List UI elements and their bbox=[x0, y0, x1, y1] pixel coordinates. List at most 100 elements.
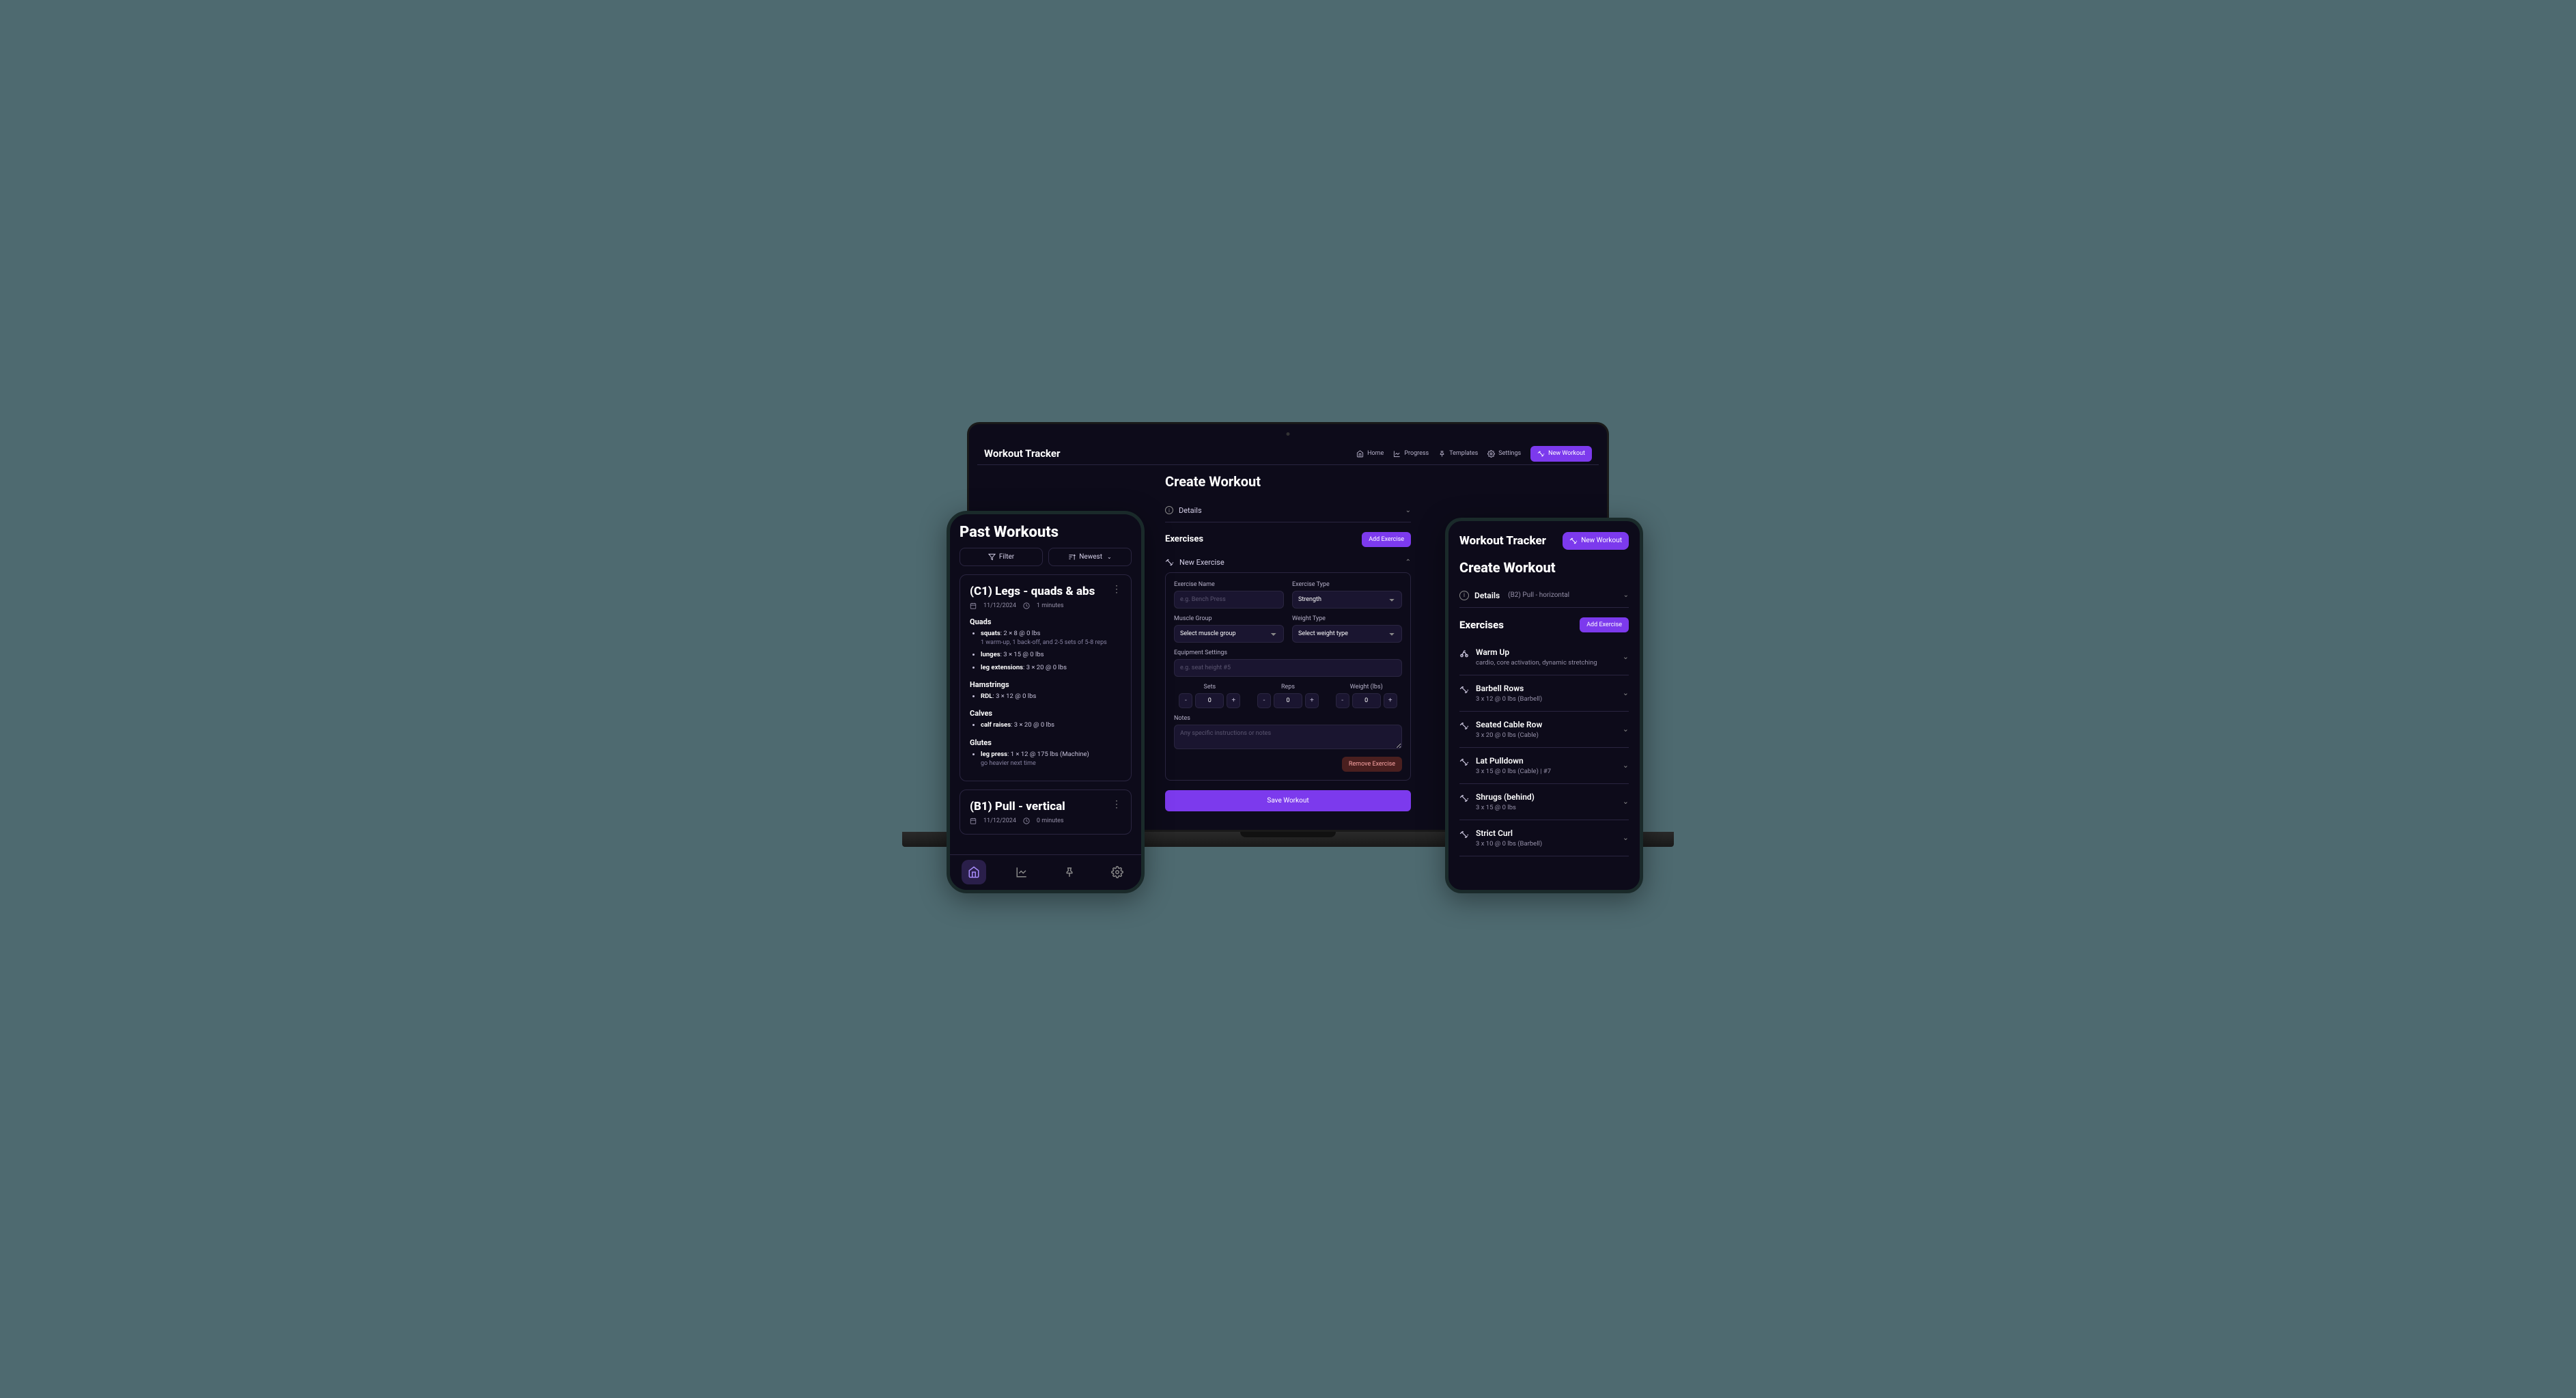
info-icon: i bbox=[1459, 591, 1469, 600]
info-icon: i bbox=[1165, 506, 1173, 514]
workout-date: 11/12/2024 bbox=[983, 602, 1016, 609]
exercise-name: Seated Cable Row bbox=[1476, 720, 1616, 729]
weight-input[interactable] bbox=[1352, 693, 1381, 708]
muscle-group-title: Glutes bbox=[970, 738, 1121, 747]
exercise-detail: 3 x 12 @ 0 lbs (Barbell) bbox=[1476, 695, 1616, 703]
workout-date: 11/12/2024 bbox=[983, 817, 1016, 824]
nav-home[interactable]: Home bbox=[1356, 450, 1384, 458]
exercise-detail: 3 x 20 @ 0 lbs (Cable) bbox=[1476, 731, 1616, 739]
exercise-name: Lat Pulldown bbox=[1476, 756, 1616, 766]
details-row[interactable]: i Details ⌄ bbox=[1165, 499, 1411, 522]
dumbbell-icon bbox=[1537, 450, 1545, 458]
gear-icon bbox=[1111, 866, 1123, 878]
exercise-item: RDL: 3 × 12 @ 0 lbs bbox=[981, 692, 1121, 701]
remove-exercise-button[interactable]: Remove Exercise bbox=[1342, 757, 1402, 772]
reps-minus-button[interactable]: - bbox=[1257, 693, 1271, 708]
exercise-type-select[interactable]: Strength bbox=[1292, 591, 1402, 609]
exercise-row[interactable]: Strict Curl 3 x 10 @ 0 lbs (Barbell) ⌄ bbox=[1459, 820, 1629, 856]
pin-icon bbox=[1063, 866, 1076, 878]
muscle-label: Muscle Group bbox=[1174, 615, 1284, 622]
exercises-heading: Exercises bbox=[1165, 534, 1203, 544]
sort-button[interactable]: Newest⌄ bbox=[1048, 548, 1132, 566]
exercise-row[interactable]: Barbell Rows3 x 12 @ 0 lbs (Barbell) ⌄ bbox=[1459, 675, 1629, 712]
new-exercise-row[interactable]: New Exercise ⌃ bbox=[1165, 553, 1411, 572]
sets-plus-button[interactable]: + bbox=[1227, 693, 1240, 708]
phone-title: Past Workouts bbox=[960, 524, 1132, 541]
nav-templates[interactable]: Templates bbox=[1438, 450, 1478, 458]
weight-label: Weight (lbs) bbox=[1330, 684, 1402, 690]
more-icon[interactable]: ⋮ bbox=[1112, 585, 1121, 594]
reps-plus-button[interactable]: + bbox=[1305, 693, 1319, 708]
nav-progress[interactable]: Progress bbox=[1393, 450, 1429, 458]
dumbbell-icon bbox=[1459, 685, 1469, 695]
exercise-name: Warm Up bbox=[1476, 647, 1616, 657]
new-workout-button[interactable]: New Workout bbox=[1530, 446, 1592, 462]
exercise-name: Barbell Rows bbox=[1476, 684, 1616, 693]
chevron-down-icon: ⌄ bbox=[1405, 507, 1411, 514]
calendar-icon bbox=[970, 602, 977, 609]
page-title: Create Workout bbox=[1165, 473, 1411, 490]
exercise-row[interactable]: Shrugs (behind)3 x 15 @ 0 lbs ⌄ bbox=[1459, 784, 1629, 820]
sets-minus-button[interactable]: - bbox=[1179, 693, 1192, 708]
weight-type-select[interactable]: Select weight type bbox=[1292, 625, 1402, 643]
exercise-row[interactable]: Warm Upcardio, core activation, dynamic … bbox=[1459, 639, 1629, 675]
muscle-group-title: Quads bbox=[970, 617, 1121, 626]
nav-progress[interactable] bbox=[1009, 860, 1034, 884]
notes-label: Notes bbox=[1174, 715, 1402, 722]
equip-label: Equipment Settings bbox=[1174, 649, 1402, 656]
nav-settings[interactable]: Settings bbox=[1487, 450, 1521, 458]
muscle-group-title: Calves bbox=[970, 709, 1121, 718]
sort-icon bbox=[1068, 553, 1076, 561]
exercise-name: Strict Curl bbox=[1476, 828, 1616, 838]
weight-minus-button[interactable]: - bbox=[1336, 693, 1349, 708]
muscle-group-title: Hamstrings bbox=[970, 680, 1121, 689]
name-label: Exercise Name bbox=[1174, 581, 1284, 588]
notes-textarea[interactable] bbox=[1174, 725, 1402, 749]
exercises-heading: Exercises bbox=[1459, 619, 1504, 631]
chevron-down-icon: ⌄ bbox=[1623, 833, 1629, 842]
weight-type-label: Weight Type bbox=[1292, 615, 1402, 622]
exercise-name-input[interactable] bbox=[1174, 591, 1284, 609]
reps-input[interactable] bbox=[1274, 693, 1302, 708]
dumbbell-icon bbox=[1459, 830, 1469, 839]
weight-plus-button[interactable]: + bbox=[1384, 693, 1397, 708]
exercise-row[interactable]: Lat Pulldown3 x 15 @ 0 lbs (Cable) | #7 … bbox=[1459, 748, 1629, 784]
chart-icon bbox=[1393, 450, 1401, 458]
filter-button[interactable]: Filter bbox=[960, 548, 1043, 566]
new-workout-button[interactable]: New Workout bbox=[1563, 532, 1629, 550]
workout-title: (B1) Pull - vertical bbox=[970, 800, 1065, 813]
nav-settings[interactable] bbox=[1105, 860, 1130, 884]
clock-icon bbox=[1023, 817, 1030, 824]
camera-dot bbox=[1287, 432, 1290, 436]
exercise-detail: 3 x 15 @ 0 lbs (Cable) | #7 bbox=[1476, 768, 1616, 775]
workout-title: (C1) Legs - quads & abs bbox=[970, 585, 1095, 598]
app-brand: Workout Tracker bbox=[984, 447, 1061, 460]
chart-icon bbox=[1016, 866, 1028, 878]
add-exercise-button[interactable]: Add Exercise bbox=[1580, 617, 1629, 632]
dumbbell-icon bbox=[1165, 558, 1174, 567]
topbar: Workout Tracker Home Progress Templates … bbox=[977, 443, 1599, 465]
filter-icon bbox=[988, 553, 996, 561]
exercise-row[interactable]: Seated Cable Row3 x 20 @ 0 lbs (Cable) ⌄ bbox=[1459, 712, 1629, 748]
add-exercise-button[interactable]: Add Exercise bbox=[1362, 532, 1411, 547]
exercise-item: squats: 2 × 8 @ 0 lbs1 warm-up, 1 back-o… bbox=[981, 629, 1121, 647]
clock-icon bbox=[1023, 602, 1030, 609]
workout-card[interactable]: (C1) Legs - quads & abs⋮ 11/12/2024 1 mi… bbox=[960, 574, 1132, 782]
more-icon[interactable]: ⋮ bbox=[1112, 800, 1121, 809]
muscle-group-select[interactable]: Select muscle group bbox=[1174, 625, 1284, 643]
tablet-title: Create Workout bbox=[1459, 559, 1629, 576]
nav-templates[interactable] bbox=[1057, 860, 1082, 884]
dumbbell-icon bbox=[1459, 721, 1469, 731]
workout-card[interactable]: (B1) Pull - vertical⋮ 11/12/2024 0 minut… bbox=[960, 789, 1132, 835]
pin-icon bbox=[1438, 450, 1446, 458]
equipment-input[interactable] bbox=[1174, 659, 1402, 677]
type-label: Exercise Type bbox=[1292, 581, 1402, 588]
save-workout-button[interactable]: Save Workout bbox=[1165, 790, 1411, 811]
sets-input[interactable] bbox=[1195, 693, 1224, 708]
exercise-detail: 3 x 10 @ 0 lbs (Barbell) bbox=[1476, 840, 1616, 848]
details-row[interactable]: i Details (B2) Pull - horizontal ⌄ bbox=[1459, 584, 1629, 608]
home-icon bbox=[1356, 450, 1364, 458]
exercise-form: Exercise Name Exercise Type Strength Mus… bbox=[1165, 572, 1411, 781]
dumbbell-icon bbox=[1459, 794, 1469, 803]
nav-home[interactable] bbox=[962, 860, 986, 884]
